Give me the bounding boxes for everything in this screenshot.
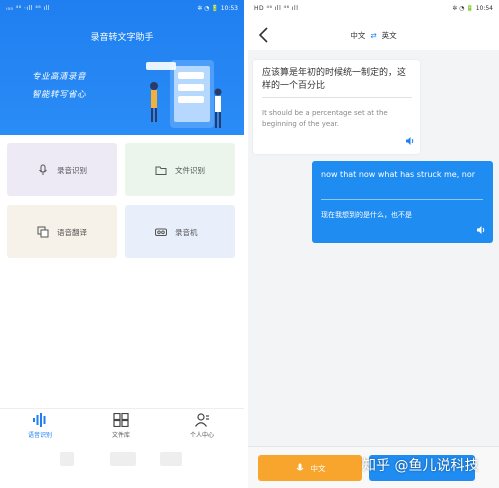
hero-banner: ᵢ₀₀ ⁴⁶ ⋅ıll ⁴⁶ ıll ✲ ◔ 🔋 10:53 录音转文字助手 专… <box>0 0 244 135</box>
nav-label: 文件库 <box>111 432 130 439</box>
status-time: ✲ ◔ 🔋 10:54 <box>452 4 493 12</box>
nav-personal-center[interactable]: 个人中心 <box>172 413 232 439</box>
source-text: now that now what has struck me, nor <box>321 170 476 179</box>
card-recording-recognition[interactable]: 录音识别 <box>7 143 117 196</box>
translation-text: 现在我想到的是什么，也不是 <box>321 211 412 219</box>
message-bubble-right: now that now what has struck me, nor 现在我… <box>312 161 493 243</box>
status-time: ✲ ◔ 🔋 10:53 <box>197 4 238 12</box>
bubble-divider <box>262 97 412 98</box>
translate-icon <box>37 226 49 238</box>
signal-indicator: HD ⁴⁶ ıll ⁴⁶ ıll <box>254 4 299 12</box>
translation-text: It should be a percentage set at the beg… <box>262 109 388 128</box>
card-file-recognition[interactable]: 文件识别 <box>125 143 235 196</box>
nav-label: 个人中心 <box>189 432 214 439</box>
nav-label: 语音识别 <box>27 432 52 439</box>
top-bar: 中文 ⇄ 英文 <box>248 16 499 50</box>
nav-file-library[interactable]: 文件库 <box>91 413 151 439</box>
placeholder-block <box>110 452 136 466</box>
folder-icon <box>155 166 167 175</box>
bottom-nav: 语音识别 文件库 个人中心 <box>0 408 244 449</box>
microphone-icon <box>296 463 303 471</box>
home-screen: ᵢ₀₀ ⁴⁶ ⋅ıll ⁴⁶ ıll ✲ ◔ 🔋 10:53 录音转文字助手 专… <box>0 0 244 488</box>
phone-illustration <box>146 60 222 128</box>
signal-indicator: ᵢ₀₀ ⁴⁶ ⋅ıll ⁴⁶ ıll <box>6 4 51 12</box>
slogan-line-1: 专业高清录音 <box>32 72 87 82</box>
card-label: 语音翻译 <box>57 228 87 237</box>
card-recorder[interactable]: 录音机 <box>125 205 235 258</box>
microphone-icon <box>39 164 47 175</box>
card-label: 文件识别 <box>175 166 205 175</box>
card-label: 录音识别 <box>57 166 87 175</box>
status-bar: ᵢ₀₀ ⁴⁶ ⋅ıll ⁴⁶ ıll ✲ ◔ 🔋 10:53 <box>0 0 244 16</box>
translation-screen: HD ⁴⁶ ıll ⁴⁶ ıll ✲ ◔ 🔋 10:54 中文 ⇄ 英文 应该算是年… <box>248 0 499 488</box>
language-switch[interactable]: 中文 ⇄ 英文 <box>248 30 499 41</box>
speaker-icon[interactable] <box>476 225 486 235</box>
chinese-voice-button[interactable]: 中文 <box>258 455 362 481</box>
recorder-icon <box>155 228 167 236</box>
user-icon <box>195 413 209 427</box>
swap-icon[interactable]: ⇄ <box>370 31 376 40</box>
grid-icon <box>113 413 129 427</box>
app-title: 录音转文字助手 <box>90 33 154 43</box>
speaker-icon[interactable] <box>405 136 415 146</box>
source-text: 应该算是年初的时候统一制定的，这样的一个百分比 <box>262 68 407 91</box>
message-bubble-left: 应该算是年初的时候统一制定的，这样的一个百分比 It should be a p… <box>253 60 420 154</box>
slogan-line-2: 智能转写省心 <box>32 90 87 100</box>
status-bar: HD ⁴⁶ ıll ⁴⁶ ıll ✲ ◔ 🔋 10:54 <box>248 0 499 16</box>
nav-speech-recognition[interactable]: 语音识别 <box>10 413 70 439</box>
button-label: 中文 <box>310 463 326 473</box>
watermark: 知乎 @鱼儿说科技 <box>362 458 479 474</box>
lang-from: 中文 <box>350 31 366 40</box>
lang-to: 英文 <box>381 31 397 40</box>
card-label: 录音机 <box>175 228 198 237</box>
placeholder-block <box>60 452 74 466</box>
placeholder-block <box>160 452 182 466</box>
card-voice-translation[interactable]: 语音翻译 <box>7 205 117 258</box>
bubble-divider <box>321 199 483 200</box>
waveform-icon <box>33 413 46 427</box>
